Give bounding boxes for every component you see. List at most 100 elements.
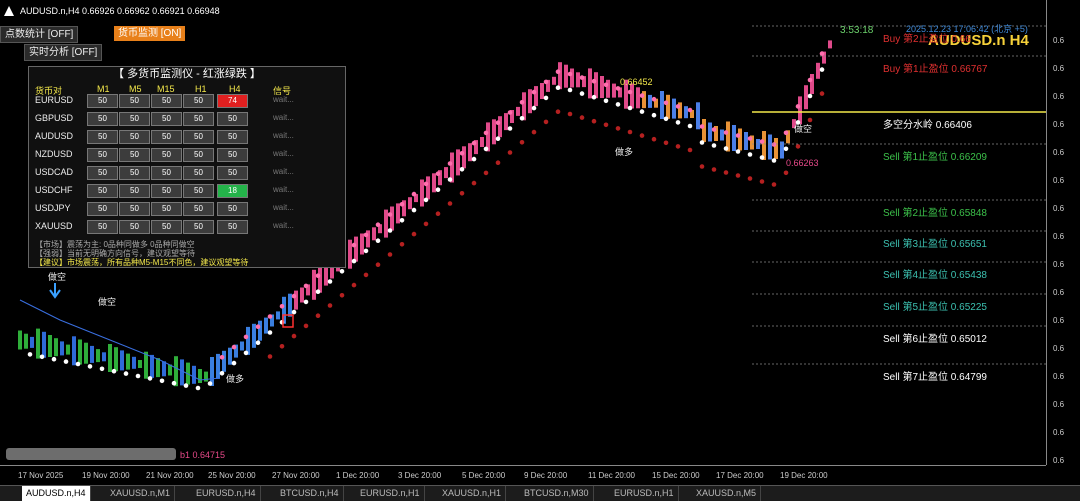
candle [192,365,196,384]
ma-dot [747,136,753,141]
ma-dot [615,102,621,107]
candle [96,349,100,363]
candle [804,85,808,110]
chart-tab[interactable]: EURUSD.n,H4 [192,486,261,501]
strength-cell: 50 [87,184,118,198]
analysis-toggle-button[interactable]: 实时分析 [OFF] [24,44,103,61]
candle [90,345,94,363]
ma-dot [711,143,717,148]
price-tick: 0.6 [1053,344,1065,353]
ma-dot [459,191,465,196]
signal-status: wait... [273,221,294,230]
ma-dot [51,356,57,362]
ma-dot [711,167,717,172]
candle [390,206,394,231]
candle [720,129,724,141]
strength-cell: 50 [183,94,214,108]
take-profit-level: 多空分水岭 0.66406 [883,120,972,131]
candle [318,266,322,293]
strength-cell: 50 [183,202,214,216]
take-profit-level: Sell 第2止盈位 0.65848 [883,208,987,219]
ma-dot [483,146,489,152]
ma-dot [327,303,333,308]
chart-title: AUDUSD.n,H4 0.66926 0.66962 0.66921 0.66… [20,6,220,16]
candle [630,83,634,109]
header-m1: M1 [97,84,110,94]
ma-dot [483,170,489,176]
time-tick: 3 Dec 20:00 [398,471,442,480]
chart-tab[interactable]: XAUUSD.n,M1 [106,486,176,501]
ma-dot [303,283,309,289]
chart-tab[interactable]: XAUUSD.n,M5 [692,486,762,501]
strength-cell: 50 [151,130,182,144]
time-axis[interactable]: 17 Nov 2025 19 Nov 20:00 21 Nov 20:00 25 No… [0,465,1046,486]
ma-dot [627,89,633,95]
ma-dot [699,164,705,169]
ma-dot [747,152,753,157]
chart-tab[interactable]: BTCUSD.n,H4 [276,486,344,501]
ma-dot [531,89,537,95]
chart-tab[interactable]: XAUUSD.n,H1 [438,486,507,501]
ma-dot [651,136,657,142]
candle [696,102,700,130]
candle [144,351,148,379]
take-profit-level: Sell 第5止盈位 0.65225 [883,302,987,313]
ma-dot [675,104,681,109]
ma-dot [291,293,297,299]
chart-tab[interactable]: BTCUSD.n,M30 [520,486,594,501]
candle [162,361,166,377]
ma-dot [291,333,297,339]
ma-dot [375,222,381,227]
candle [180,359,184,386]
ma-dot [675,144,681,149]
candle [636,87,640,109]
take-profit-level: Sell 第4止盈位 0.65438 [883,270,987,281]
stats-toggle-button[interactable]: 点数统计 [OFF] [0,26,79,43]
take-profit-level: Buy 第1止盈位 0.66767 [883,64,988,75]
ma-dot [663,100,669,106]
ma-dot [771,142,777,147]
price-tick: 0.6 [1053,372,1065,381]
candle [150,354,154,378]
chart-tab[interactable]: AUDUSD.n,H4 [22,486,91,501]
pair-label: EURUSD [35,95,74,105]
ma-dot [711,127,717,132]
strength-cell: 18 [217,184,248,198]
candle [252,323,256,348]
chart-tab[interactable]: EURUSD.n,H1 [610,486,679,501]
ma-dot [147,376,153,381]
ma-dot [351,242,357,248]
strength-cell: 50 [119,94,150,108]
ma-dot [447,161,453,166]
ma-dot [447,177,453,182]
candle [816,62,820,79]
strength-cell: 50 [119,148,150,162]
ma-dot [639,133,645,138]
monitor-toggle-button[interactable]: 货币监测 [ON] [114,26,186,41]
ma-dot [759,139,765,144]
ma-dot [819,67,825,72]
strength-cell: 50 [119,166,150,180]
candle [558,62,562,90]
candle [576,72,580,88]
ma-dot [507,126,513,131]
strength-cell: 50 [119,202,150,216]
time-tick: 15 Dec 20:00 [652,471,700,480]
candle [744,132,748,150]
ma-dot [483,130,489,136]
candle [126,353,130,370]
header-m5: M5 [129,84,142,94]
price-axis[interactable]: 0.6 0.6 0.6 0.6 0.6 0.6 0.6 0.6 0.6 0.6 0.6 0.6 0.6 0… [1046,0,1080,465]
ma-dot [747,176,753,181]
ma-dot [99,366,105,372]
ma-dot [579,91,585,96]
signal-status: wait... [273,95,294,104]
chart-tab[interactable]: EURUSD.n,H1 [356,486,425,501]
strength-cell: 50 [217,112,248,126]
ma-dot [699,124,705,129]
level-lines [752,25,1046,365]
ma-dot [735,173,741,178]
candle [198,369,202,383]
ma-dot [663,140,669,146]
candle [288,293,292,317]
